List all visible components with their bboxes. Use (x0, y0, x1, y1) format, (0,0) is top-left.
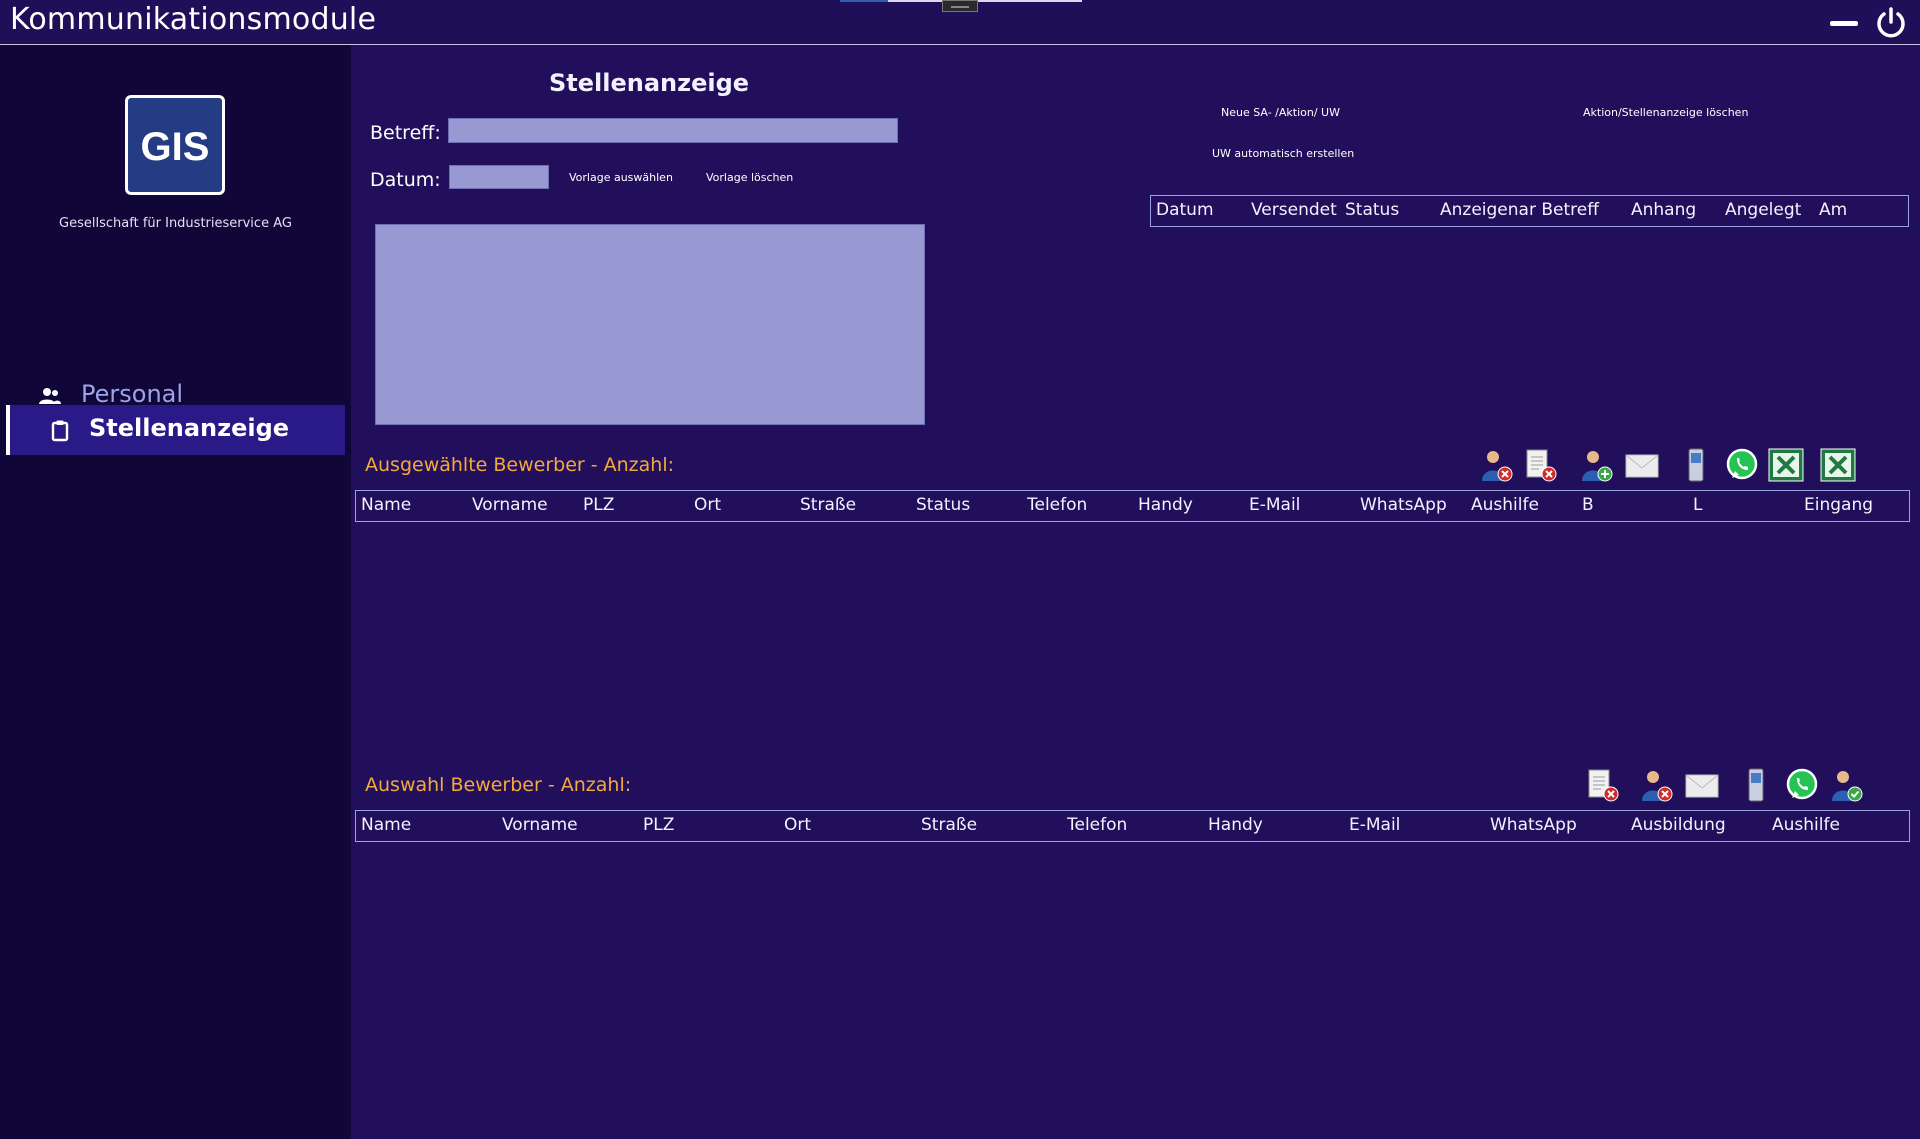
whatsapp-icon[interactable] (1724, 447, 1760, 483)
column-header[interactable]: Status (1345, 200, 1399, 220)
sidebar-item-label: Personal (81, 380, 184, 408)
datum-label: Datum: (370, 169, 441, 191)
anzeige-text-area[interactable] (375, 224, 925, 425)
excel-export-icon[interactable] (1820, 447, 1856, 483)
remove-user-icon[interactable] (1478, 447, 1514, 483)
vorlage-loeschen-button[interactable]: Vorlage löschen (706, 171, 793, 184)
email-icon[interactable] (1624, 447, 1660, 483)
column-header[interactable]: Anzeigenar Betreff (1440, 200, 1599, 220)
excel-icon[interactable] (1768, 447, 1804, 483)
email-icon[interactable] (1684, 767, 1720, 803)
column-header[interactable]: Vorname (472, 495, 548, 515)
sidebar: GIS Gesellschaft für Industrieservice AG… (0, 45, 351, 1139)
column-header[interactable]: Handy (1208, 815, 1263, 835)
column-header[interactable]: Ausbildung (1631, 815, 1726, 835)
delete-document-icon[interactable] (1522, 447, 1558, 483)
drag-handle[interactable] (942, 0, 978, 12)
column-header[interactable]: Telefon (1027, 495, 1087, 515)
column-header[interactable]: Handy (1138, 495, 1193, 515)
betreff-label: Betreff: (370, 122, 441, 144)
column-header[interactable]: L (1693, 495, 1702, 515)
column-header[interactable]: Aushilfe (1471, 495, 1539, 515)
column-header[interactable]: Eingang (1804, 495, 1873, 515)
column-header[interactable]: Vorname (502, 815, 578, 835)
minimize-icon (1830, 21, 1858, 26)
add-user-icon[interactable] (1578, 447, 1614, 483)
column-header[interactable]: Straße (921, 815, 977, 835)
vorlage-auswaehlen-button[interactable]: Vorlage auswählen (569, 171, 673, 184)
sidebar-item-stellenanzeige[interactable]: Stellenanzeige (6, 405, 345, 455)
confirm-user-icon[interactable] (1828, 767, 1864, 803)
column-header[interactable]: Straße (800, 495, 856, 515)
column-header[interactable]: E-Mail (1249, 495, 1300, 515)
column-header[interactable]: Aushilfe (1772, 815, 1840, 835)
column-header[interactable]: PLZ (643, 815, 674, 835)
column-header[interactable]: Status (916, 495, 970, 515)
selected-applicants-title: Ausgewählte Bewerber - Anzahl: (365, 454, 675, 476)
column-header[interactable]: Name (361, 815, 411, 835)
uw-automatisch-button[interactable]: UW automatisch erstellen (1212, 147, 1354, 160)
delete-document-icon[interactable] (1584, 767, 1620, 803)
selected-applicants-grid-header: Name Vorname PLZ Ort Straße Status Telef… (355, 490, 1910, 522)
mobile-phone-icon[interactable] (1678, 447, 1714, 483)
column-header[interactable]: Angelegt (1725, 200, 1801, 220)
stellenanzeigen-grid-header: Datum Versendet Status Anzeigenar Betref… (1150, 195, 1909, 227)
datum-input[interactable] (449, 165, 549, 189)
section-heading: Stellenanzeige (549, 69, 750, 97)
gis-logo-icon: GIS (141, 125, 210, 169)
mobile-phone-icon[interactable] (1738, 767, 1774, 803)
column-header[interactable]: Versendet (1251, 200, 1337, 220)
column-header[interactable]: PLZ (583, 495, 614, 515)
column-header[interactable]: Datum (1156, 200, 1214, 220)
neue-sa-button[interactable]: Neue SA- /Aktion/ UW (1221, 106, 1340, 119)
power-icon[interactable] (1874, 6, 1908, 40)
remove-user-icon[interactable] (1638, 767, 1674, 803)
app-title: Kommunikationsmodule (10, 2, 377, 37)
column-header[interactable]: Name (361, 495, 411, 515)
betreff-input[interactable] (448, 118, 898, 143)
top-tab-indicator (840, 0, 888, 2)
applicant-pool-title: Auswahl Bewerber - Anzahl: (365, 774, 632, 796)
svg-text:GIS: GIS (141, 125, 210, 169)
company-logo: GIS (125, 95, 225, 195)
column-header[interactable]: B (1582, 495, 1594, 515)
column-header[interactable]: WhatsApp (1360, 495, 1447, 515)
aktion-loeschen-button[interactable]: Aktion/Stellenanzeige löschen (1583, 106, 1748, 119)
whatsapp-icon[interactable] (1784, 767, 1820, 803)
column-header[interactable]: Telefon (1067, 815, 1127, 835)
column-header[interactable]: WhatsApp (1490, 815, 1577, 835)
applicant-pool-grid-header: Name Vorname PLZ Ort Straße Telefon Hand… (355, 810, 1910, 842)
column-header[interactable]: Anhang (1631, 200, 1696, 220)
top-tab-strip (888, 0, 1082, 2)
column-header[interactable]: Am (1819, 200, 1847, 220)
clipboard-icon (51, 420, 69, 442)
title-bar: Kommunikationsmodule (0, 0, 1920, 45)
minimize-button[interactable] (1828, 12, 1860, 36)
column-header[interactable]: Ort (784, 815, 811, 835)
column-header[interactable]: Ort (694, 495, 721, 515)
sidebar-item-label: Stellenanzeige (89, 414, 290, 442)
column-header[interactable]: E-Mail (1349, 815, 1400, 835)
company-name: Gesellschaft für Industrieservice AG (59, 216, 292, 231)
